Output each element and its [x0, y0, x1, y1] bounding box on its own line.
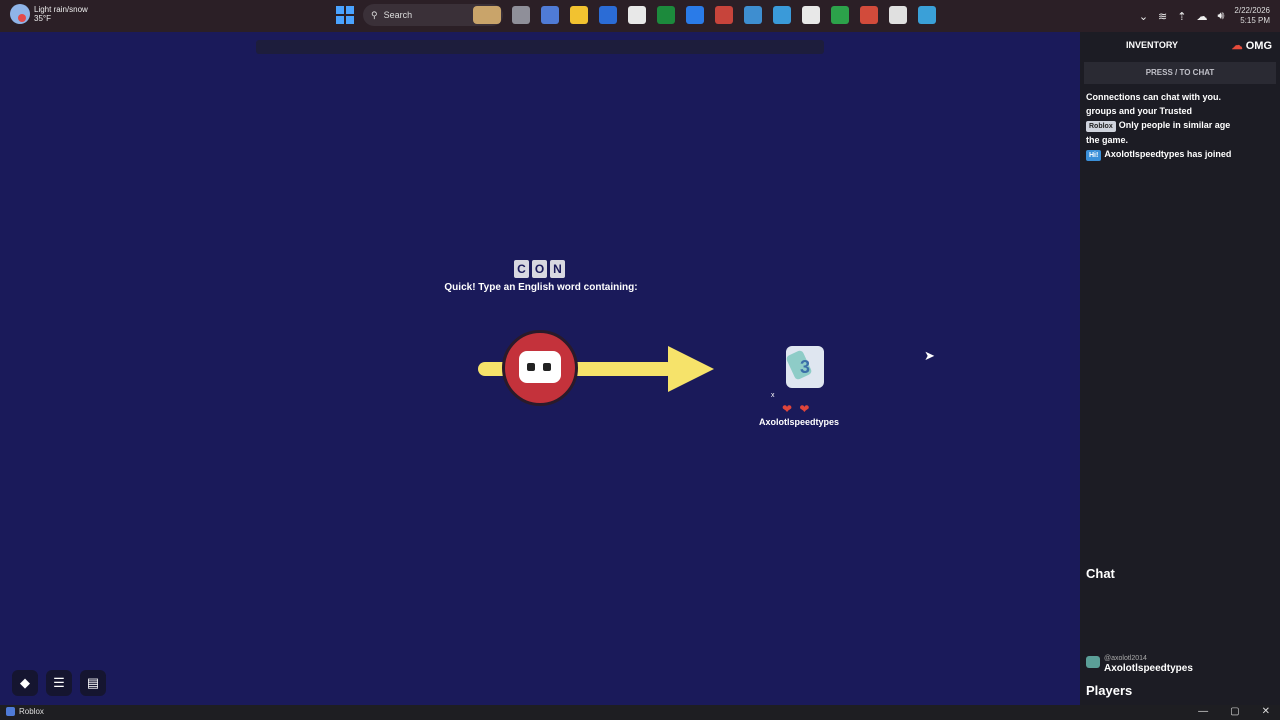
player-username: @axolotl2014: [1104, 655, 1147, 662]
weather-temp: 35°F: [34, 14, 51, 23]
roblox-icon[interactable]: [541, 6, 559, 24]
player-avatar: 3: [786, 346, 824, 388]
greeting-tag: Hi!: [1086, 150, 1102, 161]
weather-widget[interactable]: Light rain/snow 35°F: [10, 4, 88, 24]
wifi-off-icon[interactable]: ≋: [1158, 10, 1167, 23]
chrome-icon[interactable]: [802, 6, 820, 24]
search-placeholder: Search: [383, 10, 413, 20]
desktop-icon[interactable]: [918, 6, 936, 24]
player-list-entry[interactable]: Axolotlspeedtypes: [1104, 663, 1193, 674]
chat-message: groups and your Trusted: [1086, 106, 1193, 116]
roblox-controls: ◆ ☰ ▤: [12, 670, 106, 696]
player-list-avatar-icon: [1086, 656, 1100, 668]
clock[interactable]: 2/22/2026 5:15 PM: [1234, 6, 1270, 26]
chevron-up-icon[interactable]: ⌄: [1139, 10, 1148, 23]
start-button[interactable]: [336, 6, 354, 24]
shop-icon[interactable]: [860, 6, 878, 24]
volume-icon[interactable]: 🔊︎: [1217, 10, 1224, 23]
game-topbar: [256, 40, 824, 54]
excel-icon[interactable]: [657, 6, 675, 24]
window-title: Roblox: [19, 707, 44, 716]
maximize-button[interactable]: ▢: [1230, 706, 1239, 717]
players-label: Players: [1086, 683, 1133, 698]
search-highlight-icon: [473, 6, 501, 24]
steam-icon[interactable]: [889, 6, 907, 24]
file-explorer-icon[interactable]: [512, 6, 530, 24]
monitor-icon[interactable]: [744, 6, 762, 24]
window-titlebar: Roblox — ▢ ✕: [0, 705, 1280, 720]
pinned-apps: [512, 6, 936, 24]
chat-label: Chat: [1086, 566, 1115, 581]
minimize-button[interactable]: —: [1198, 706, 1208, 717]
weather-condition: Light rain/snow: [34, 5, 88, 14]
omg-badge: ☁ OMG: [1231, 39, 1272, 52]
prompt-letter: N: [550, 260, 565, 278]
prompt-letter: O: [532, 260, 547, 278]
weather-icon: [10, 4, 30, 24]
chat-message: Hi! Axolotlspeedtypes has joined: [1086, 149, 1274, 161]
player-marker: x: [771, 392, 775, 399]
chat-messages: Connections can chat with you. groups an…: [1080, 92, 1280, 161]
mouse-cursor-icon: ➤: [924, 348, 935, 363]
taskbar: Light rain/snow 35°F ⚲ Search ⌄ ≋ ⇡ ☁ 🔊︎…: [0, 0, 1280, 32]
prompt-letter: C: [514, 260, 529, 278]
folder-icon[interactable]: [570, 6, 588, 24]
clock-time: 5:15 PM: [1240, 16, 1270, 25]
inventory-tab[interactable]: INVENTORY: [1126, 40, 1178, 50]
clock-date: 2/22/2026: [1234, 6, 1270, 15]
close-button[interactable]: ✕: [1262, 706, 1270, 717]
panel-header: INVENTORY ☁ OMG: [1080, 32, 1280, 58]
side-panel: INVENTORY ☁ OMG PRESS / TO CHAT Connecti…: [1080, 32, 1280, 705]
backpack-button[interactable]: ▤: [80, 670, 106, 696]
system-tray: ⌄ ≋ ⇡ ☁ 🔊︎ 2/22/2026 5:15 PM: [1139, 6, 1270, 26]
prompt-text: Quick! Type an English word containing:: [444, 282, 638, 293]
lives-hearts-icon: ❤ ❤: [782, 402, 812, 416]
paint-icon[interactable]: [715, 6, 733, 24]
word-icon[interactable]: [599, 6, 617, 24]
upload-icon[interactable]: ⇡: [1177, 10, 1186, 23]
bomb-face-icon: [519, 351, 561, 383]
chrome-green-icon[interactable]: [831, 6, 849, 24]
chat-input-hint[interactable]: PRESS / TO CHAT: [1084, 62, 1276, 84]
bomb-icon: [502, 330, 578, 406]
network-icon[interactable]: ☁: [1196, 10, 1207, 23]
chat-message: the game.: [1086, 135, 1129, 145]
dropbox-icon[interactable]: [686, 6, 704, 24]
chat-message: Connections can chat with you.: [1086, 92, 1222, 102]
search-icon: ⚲: [371, 9, 378, 20]
menu-button[interactable]: ☰: [46, 670, 72, 696]
chat-message: Roblox Only people in similar age: [1086, 120, 1274, 132]
taskbar-apps: ⚲ Search: [336, 4, 936, 26]
roblox-tag: Roblox: [1086, 121, 1116, 132]
roblox-icon: [6, 707, 15, 716]
app-grid-icon[interactable]: [628, 6, 646, 24]
player-name: Axolotlspeedtypes: [758, 417, 840, 427]
notepad-icon[interactable]: [773, 6, 791, 24]
roblox-logo-button[interactable]: ◆: [12, 670, 38, 696]
prompt-letters: C O N: [514, 260, 565, 278]
search-box[interactable]: ⚲ Search: [363, 4, 503, 26]
